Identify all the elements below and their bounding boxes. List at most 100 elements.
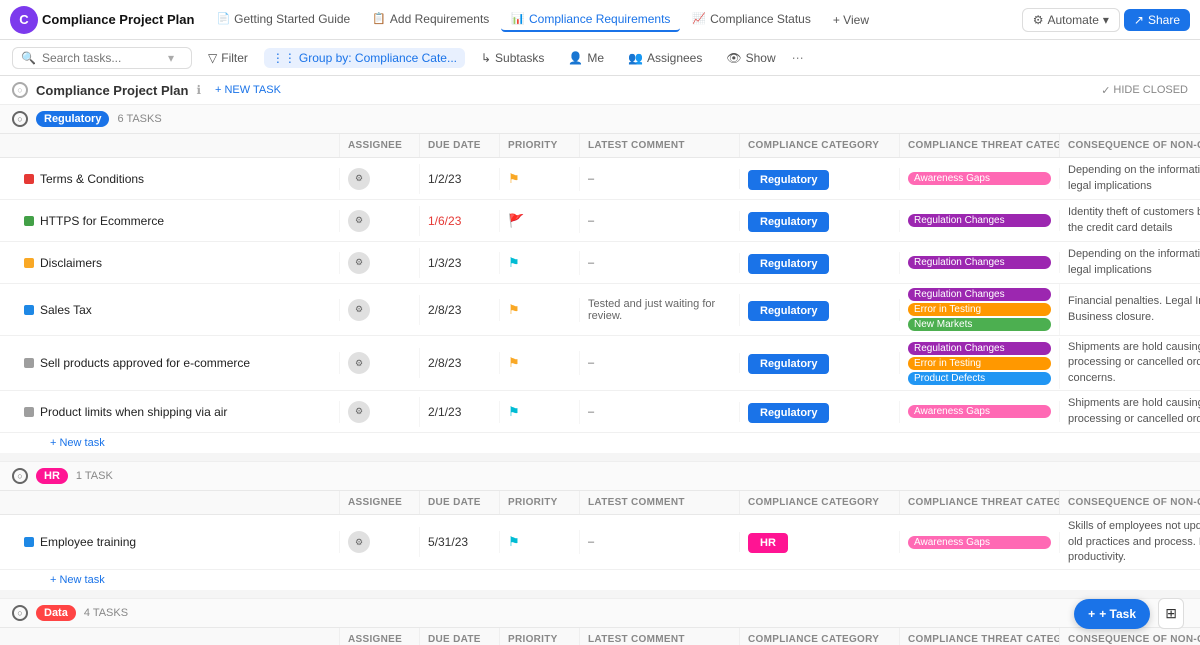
- due-date-cell: 2/1/23: [420, 401, 500, 423]
- task-name: Sales Tax: [40, 303, 92, 317]
- new-task-row[interactable]: + New task: [0, 570, 1200, 590]
- main-content: ○ Compliance Project Plan ℹ + NEW TASK ✓…: [0, 76, 1200, 645]
- col-header-5: COMPLIANCE CATEGORY: [740, 134, 900, 157]
- table-row[interactable]: Sell products approved for e-commerce ⚙2…: [0, 336, 1200, 391]
- due-date-cell: 5/31/23: [420, 531, 500, 553]
- automate-button[interactable]: ⚙ Automate ▾: [1022, 8, 1120, 32]
- me-icon: 👤: [568, 51, 583, 65]
- me-button[interactable]: 👤 Me: [560, 48, 612, 68]
- compliance-tag: Regulatory: [748, 212, 829, 232]
- group-by-button[interactable]: ⋮⋮ Group by: Compliance Cate...: [264, 48, 465, 68]
- more-options-icon[interactable]: ⋯: [792, 51, 804, 65]
- task-count-data: 4 TASKS: [84, 607, 128, 619]
- chevron-down-icon: ▾: [1103, 13, 1109, 27]
- col-header-5: COMPLIANCE CATEGORY: [740, 491, 900, 514]
- col-header-3: PRIORITY: [500, 628, 580, 645]
- section-tag-hr: HR: [36, 468, 68, 484]
- compliance-tag: HR: [748, 533, 788, 553]
- compliance-category-cell: Regulatory: [740, 210, 900, 232]
- consequence-cell: Financial penalties. Legal Implications.…: [1060, 290, 1200, 329]
- consequence-cell: Identity theft of customers by exposing …: [1060, 201, 1200, 240]
- task-dot: [24, 358, 34, 368]
- compliance-category-cell: HR: [740, 531, 900, 553]
- priority-cell: ⚑: [500, 400, 580, 424]
- threat-category-cell: Regulation ChangesError in TestingProduc…: [900, 338, 1060, 389]
- info-icon[interactable]: ℹ: [196, 83, 201, 97]
- task-dot: [24, 216, 34, 226]
- threat-tag: Error in Testing: [908, 357, 1051, 370]
- due-date: 2/8/23: [428, 303, 461, 317]
- view-button[interactable]: + View: [825, 9, 877, 31]
- table-header: ASSIGNEEDUE DATEPRIORITYLATEST COMMENTCO…: [0, 490, 1200, 515]
- task-dot: [24, 258, 34, 268]
- tab-label: Compliance Status: [710, 12, 811, 26]
- assignees-button[interactable]: 👥 Assignees: [620, 48, 710, 68]
- sections-container: ○ Regulatory 6 TASKS ASSIGNEEDUE DATEPRI…: [0, 104, 1200, 645]
- assignee-cell: ⚙: [340, 206, 420, 236]
- table-row[interactable]: Employee training ⚙5/31/23⚑–HRAwareness …: [0, 515, 1200, 570]
- assignee-cell: ⚙: [340, 397, 420, 427]
- task-name: Product limits when shipping via air: [40, 405, 227, 419]
- compliance-tag: Regulatory: [748, 301, 829, 321]
- grid-view-button[interactable]: ⊞: [1158, 598, 1184, 629]
- collapse-button[interactable]: ○: [12, 82, 28, 98]
- assignees-icon: 👥: [628, 51, 643, 65]
- task-name-cell: Terms & Conditions: [0, 168, 340, 190]
- col-header-2: DUE DATE: [420, 491, 500, 514]
- filter-icon: ▽: [208, 51, 217, 65]
- show-button[interactable]: 👁 Show: [718, 48, 783, 68]
- section-header-data: ○ Data 4 TASKS: [0, 598, 1200, 627]
- subtasks-button[interactable]: ↳ Subtasks: [473, 48, 552, 68]
- collapse-data[interactable]: ○: [12, 605, 28, 621]
- table-row[interactable]: HTTPS for Ecommerce ⚙1/6/23🚩–RegulatoryR…: [0, 200, 1200, 242]
- compliance-category-cell: Regulatory: [740, 252, 900, 274]
- col-header-7: CONSEQUENCE OF NON-COMPLIANCE: [1060, 491, 1200, 514]
- new-task-button[interactable]: + NEW TASK: [209, 82, 287, 98]
- search-box[interactable]: 🔍 ▾: [12, 47, 192, 69]
- plus-icon: +: [1088, 607, 1095, 621]
- tab-label: Getting Started Guide: [234, 12, 350, 26]
- priority-cell: ⚑: [500, 298, 580, 322]
- avatar: ⚙: [348, 352, 370, 374]
- assignee-cell: ⚙: [340, 527, 420, 557]
- task-dot: [24, 537, 34, 547]
- filter-button[interactable]: ▽ Filter: [200, 48, 256, 68]
- col-header-6: COMPLIANCE THREAT CATEGORY: [900, 491, 1060, 514]
- consequence-cell: Skills of employees not updated, stuck o…: [1060, 515, 1200, 569]
- collapse-regulatory[interactable]: ○: [12, 111, 28, 127]
- new-task-row[interactable]: + New task: [0, 433, 1200, 453]
- task-dot: [24, 407, 34, 417]
- table-row[interactable]: Product limits when shipping via air ⚙ 2/…: [0, 391, 1200, 433]
- avatar: ⚙: [348, 531, 370, 553]
- task-fab-button[interactable]: + + Task: [1074, 599, 1150, 629]
- col-header-0: [0, 134, 340, 157]
- col-header-5: COMPLIANCE CATEGORY: [740, 628, 900, 645]
- col-header-3: PRIORITY: [500, 134, 580, 157]
- col-header-1: ASSIGNEE: [340, 134, 420, 157]
- share-button[interactable]: ↗ Share: [1124, 9, 1190, 31]
- search-input[interactable]: [42, 51, 162, 65]
- threat-category-cell: Regulation Changes: [900, 210, 1060, 231]
- compliance-tag: Regulatory: [748, 354, 829, 374]
- tab-add-requirements[interactable]: 📋Add Requirements: [362, 8, 499, 32]
- tab-compliance-status[interactable]: 📈Compliance Status: [682, 8, 820, 32]
- table-row[interactable]: Terms & Conditions ⚙1/2/23⚑–RegulatoryAw…: [0, 158, 1200, 200]
- task-dot: [24, 174, 34, 184]
- tab-getting-started[interactable]: 📄Getting Started Guide: [206, 8, 360, 32]
- task-name-cell: Disclaimers: [0, 252, 340, 274]
- collapse-hr[interactable]: ○: [12, 468, 28, 484]
- due-date: 2/1/23: [428, 405, 461, 419]
- tab-compliance-requirements[interactable]: 📊Compliance Requirements: [501, 8, 680, 32]
- table-row[interactable]: Sales Tax ⚙2/8/23⚑Tested and just waitin…: [0, 284, 1200, 336]
- comment-cell: –: [580, 402, 740, 422]
- project-section-header: ○ Compliance Project Plan ℹ + NEW TASK ✓…: [0, 76, 1200, 104]
- priority-cell: ⚑: [500, 167, 580, 191]
- table-row[interactable]: Disclaimers ⚙1/3/23⚑–RegulatoryRegulatio…: [0, 242, 1200, 284]
- hide-closed-button[interactable]: ✓ HIDE CLOSED: [1101, 84, 1188, 97]
- table-header: ASSIGNEEDUE DATEPRIORITYLATEST COMMENTCO…: [0, 627, 1200, 645]
- col-header-1: ASSIGNEE: [340, 491, 420, 514]
- avatar: ⚙: [348, 401, 370, 423]
- task-dot: [24, 305, 34, 315]
- search-icon: 🔍: [21, 51, 36, 65]
- due-date-cell: 2/8/23: [420, 352, 500, 374]
